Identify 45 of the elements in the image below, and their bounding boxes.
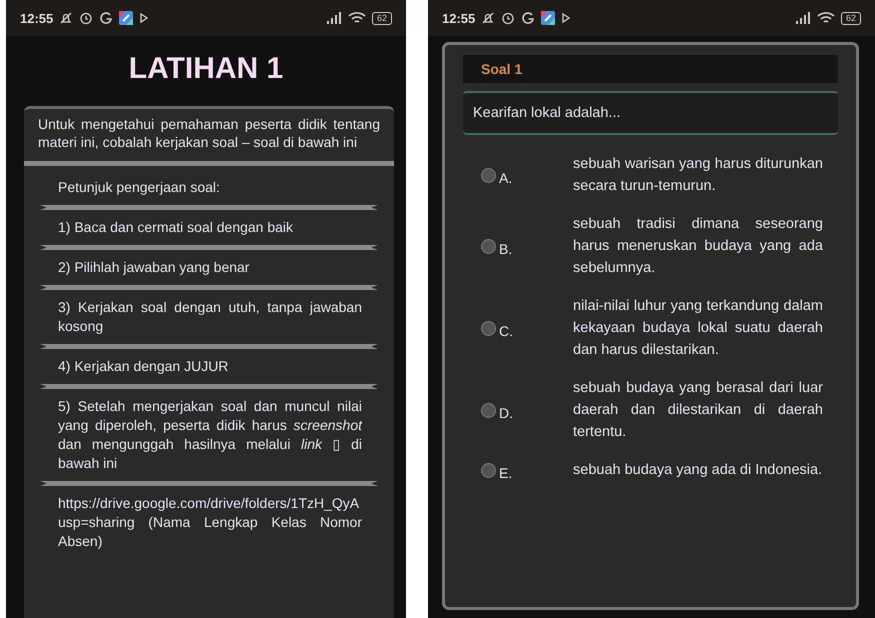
option-text: nilai-nilai luhur yang terkandung dalam kekayaan budaya lokal suatu daerah dan harus dilestarikan. xyxy=(573,297,823,360)
clock-time: 12:55 xyxy=(20,10,54,26)
battery-indicator: 62 xyxy=(372,12,392,24)
play-icon xyxy=(139,12,150,24)
option-text: sebuah budaya yang ada di Indonesia. xyxy=(573,461,823,480)
drive-link[interactable]: https://drive.google.com/drive/folders/1TzH_QyA xyxy=(40,494,378,513)
radio-button[interactable] xyxy=(481,402,496,418)
option-letter: D. xyxy=(499,405,513,421)
alarm-icon xyxy=(501,11,516,25)
option-letter: B. xyxy=(499,241,512,257)
option-letter: A. xyxy=(499,170,512,186)
g-letter-icon xyxy=(521,11,536,25)
question-header: Soal 1 xyxy=(463,55,838,83)
radio-button[interactable] xyxy=(481,462,496,478)
g-letter-icon xyxy=(99,11,114,25)
instruction-text: 4) Kerjakan dengan JUJUR xyxy=(57,357,230,376)
bell-off-icon xyxy=(481,11,496,25)
instruction-text: 2) Pilihlah jawaban yang benar xyxy=(57,258,250,277)
intro-text: Untuk mengetahui pemahaman peserta didik tentang materi ini, cobalah kerjakan soal – soal di bawah ini xyxy=(37,115,381,152)
app-icon xyxy=(541,11,556,25)
question-text: Kearifan lokal adalah... xyxy=(463,91,838,135)
clock-time: 12:55 xyxy=(442,10,476,26)
option-text: sebuah tradisi dimana seseorang harus meneruskan budaya yang ada sebelumnya. xyxy=(573,215,823,278)
signal-icon xyxy=(794,12,811,24)
app-icon xyxy=(119,11,134,25)
instruction-text: 1) Baca dan cermati soal dengan baik xyxy=(57,218,294,237)
play-icon xyxy=(561,12,572,24)
option-text: sebuah budaya yang berasal dari luar daerah dan dilestarikan di daerah tertentu. xyxy=(573,379,823,442)
page-title: LATIHAN 1 xyxy=(128,52,284,86)
wifi-icon xyxy=(816,11,835,25)
radio-button[interactable] xyxy=(481,320,496,336)
instruction-text: 5) Setelah mengerjakan soal dan muncul nilai yang diperoleh, peserta didik harus screenshot dan mengunggah hasilnya melalui link ▯ di bawah ini xyxy=(57,397,364,473)
instruction-text: 3) Kerjakan soal dengan utuh, tanpa jawaban kosong xyxy=(57,298,363,336)
instruction-text: Petunjuk pengerjaan soal: xyxy=(57,178,221,197)
option-letter: E. xyxy=(499,465,512,481)
wifi-icon xyxy=(348,11,366,25)
radio-button[interactable] xyxy=(481,238,496,254)
option-text: sebuah warisan yang harus diturunkan secara turun-temurun. xyxy=(573,155,823,196)
radio-button[interactable] xyxy=(481,168,496,182)
alarm-icon xyxy=(79,11,94,25)
signal-icon xyxy=(326,12,342,24)
battery-indicator: 62 xyxy=(840,12,861,24)
bell-off-icon xyxy=(59,11,74,25)
link-note-text: usp=sharing (Nama Lengkap Kelas Nomor Absen) xyxy=(57,513,363,551)
option-letter: C. xyxy=(499,323,513,339)
